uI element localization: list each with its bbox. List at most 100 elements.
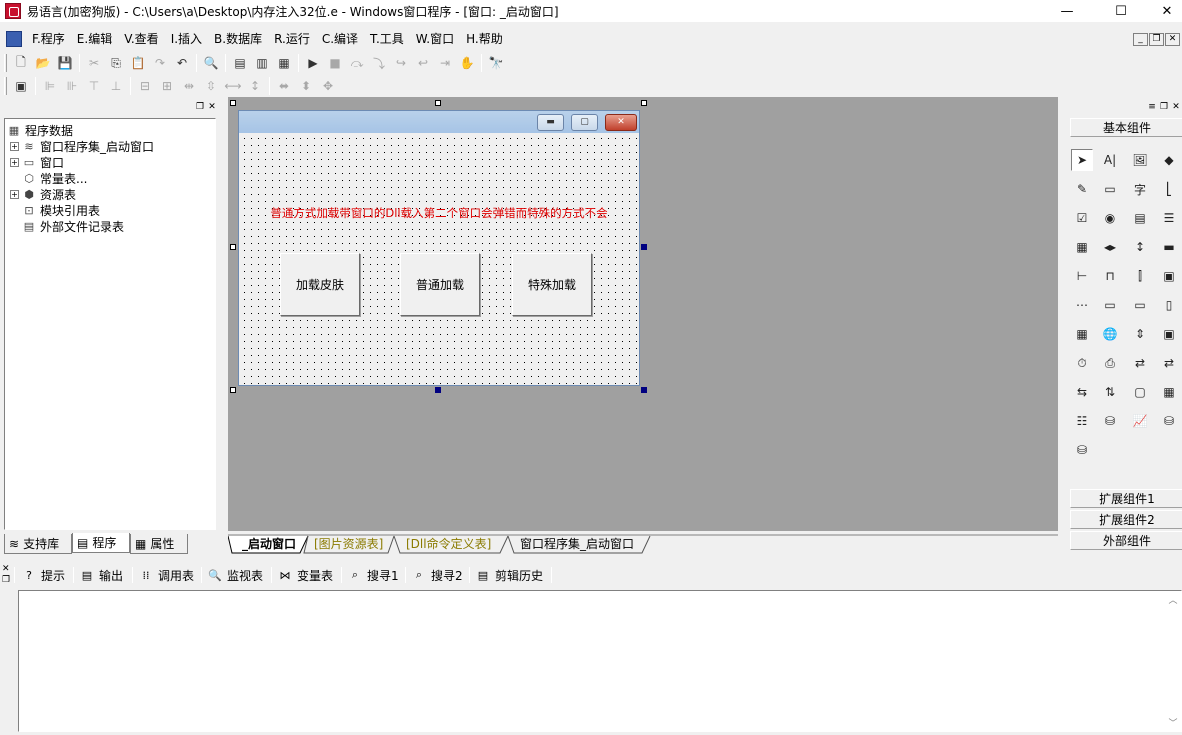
panel-tool-icon[interactable]: ⎣	[1158, 178, 1180, 200]
scroll-up-icon[interactable]: ︿	[1167, 593, 1179, 606]
stop-icon[interactable]: ■	[324, 53, 346, 73]
tree-item-assembly[interactable]: + ≋ 窗口程序集_启动窗口	[10, 138, 154, 154]
align-top-icon[interactable]: ⊤	[83, 76, 105, 96]
undo-icon[interactable]: ↶	[171, 53, 193, 73]
center-horizontal-icon[interactable]: ⊟	[134, 76, 156, 96]
radio-tool-icon[interactable]: ◉	[1099, 207, 1121, 229]
table-icon[interactable]: ☷	[1071, 410, 1093, 432]
resize-handle[interactable]	[230, 387, 236, 393]
edit-box-icon[interactable]: ✎	[1071, 178, 1093, 200]
label-tool-icon[interactable]: A|	[1099, 149, 1121, 171]
tab-variables[interactable]: ⋈ 变量表	[278, 566, 334, 584]
category-basic-components[interactable]: 基本组件	[1070, 118, 1182, 137]
tab-search-1[interactable]: ⌕ 搜寻1	[348, 566, 399, 584]
listbox-tool-icon[interactable]: ☰	[1158, 207, 1180, 229]
category-external[interactable]: 外部组件	[1070, 531, 1182, 550]
mdi-close-button[interactable]: ✕	[1165, 32, 1180, 46]
database-provider-icon[interactable]: ⛁	[1099, 410, 1121, 432]
tree-item-modules[interactable]: ⊡ 模块引用表	[22, 202, 100, 218]
layout-split-icon[interactable]: ▦	[273, 53, 295, 73]
panel-close-icon[interactable]: ✕	[206, 102, 218, 112]
progress-icon[interactable]: ▬	[1158, 236, 1180, 258]
redo-icon[interactable]: ↷	[149, 53, 171, 73]
mdi-minimize-button[interactable]: _	[1133, 32, 1148, 46]
tab-search-2[interactable]: ⌕ 搜寻2	[412, 566, 463, 584]
adjuster-icon[interactable]: ⇕	[1129, 323, 1151, 345]
expand-icon[interactable]: +	[10, 189, 19, 199]
maximize-button[interactable]: ☐	[1098, 0, 1144, 22]
color-picker-icon[interactable]: ▦	[1071, 323, 1093, 345]
cut-icon[interactable]: ✂	[83, 53, 105, 73]
paste-icon[interactable]: 📋	[127, 53, 149, 73]
tab-clip-history[interactable]: ▤ 剪辑历史	[476, 566, 543, 584]
file-box-icon[interactable]: ▯	[1158, 294, 1180, 316]
align-left-icon[interactable]: ⊫	[39, 76, 61, 96]
picture-tool-icon[interactable]: 🖼	[1129, 149, 1151, 171]
resize-handle[interactable]	[641, 244, 647, 250]
resize-handle[interactable]	[641, 387, 647, 393]
step-over-icon[interactable]: ↪	[390, 53, 412, 73]
size-both-icon[interactable]: ✥	[317, 76, 339, 96]
tab-dll-commands[interactable]: [Dll命令定义表]	[406, 534, 491, 553]
form-label[interactable]: 普通方式加载带窗口的Dll载入第二个窗口会弹错而特殊的方式不会	[239, 205, 639, 221]
menu-run[interactable]: R.运行	[268, 29, 316, 49]
calendar-icon[interactable]: ▣	[1158, 265, 1180, 287]
step-icon[interactable]: ⤼	[346, 53, 368, 73]
resize-handle[interactable]	[230, 244, 236, 250]
align-right-icon[interactable]: ⊪	[61, 76, 83, 96]
run-to-cursor-icon[interactable]: ⇥	[434, 53, 456, 73]
category-extension-2[interactable]: 扩展组件2	[1070, 510, 1182, 529]
space-horizontal-icon[interactable]: ⟷	[222, 76, 244, 96]
tree-item-constants[interactable]: ⬡ 常量表...	[22, 170, 87, 186]
program-tree[interactable]: ▦ 程序数据 + ≋ 窗口程序集_启动窗口 + ▭ 窗口 ⬡ 常量表... + …	[4, 118, 216, 530]
form-client-area[interactable]: 普通方式加载带窗口的Dll载入第二个窗口会弹错而特殊的方式不会 加载皮肤 普通加…	[239, 133, 639, 385]
select-list-icon[interactable]: ▦	[1071, 236, 1093, 258]
tab-support-library[interactable]: ≋ 支持库	[4, 534, 72, 554]
size-height-icon[interactable]: ⬍	[295, 76, 317, 96]
animation-icon[interactable]: ⫿	[1129, 265, 1151, 287]
button-tool-icon[interactable]: ▭	[1099, 178, 1121, 200]
scroll-down-icon[interactable]: ﹀	[1167, 716, 1179, 729]
menu-compile[interactable]: C.编译	[316, 29, 364, 49]
open-folder-icon[interactable]: 📂	[32, 53, 54, 73]
form-icon[interactable]: ▣	[10, 76, 32, 96]
tree-root[interactable]: ▦ 程序数据	[7, 122, 73, 138]
resize-handle[interactable]	[435, 100, 441, 106]
close-button[interactable]: ✕	[1144, 0, 1182, 22]
preview-icon[interactable]: 🔍	[200, 53, 222, 73]
menu-view[interactable]: V.查看	[118, 29, 164, 49]
menu-edit[interactable]: E.编辑	[71, 29, 118, 49]
resize-handle[interactable]	[230, 100, 236, 106]
odbc-provider-icon[interactable]: ⛁	[1071, 439, 1093, 461]
hand-icon[interactable]: ✋	[456, 53, 478, 73]
drive-box-icon[interactable]: ▭	[1099, 294, 1121, 316]
category-extension-1[interactable]: 扩展组件1	[1070, 489, 1182, 508]
data-source-icon[interactable]: ⇄	[1129, 352, 1151, 374]
tree-item-window[interactable]: + ▭ 窗口	[10, 154, 64, 170]
menu-database[interactable]: B.数据库	[208, 29, 268, 49]
tab-start-window[interactable]: _启动窗口	[242, 534, 296, 553]
space-vertical-icon[interactable]: ↕	[244, 76, 266, 96]
output-close-icon[interactable]: ✕	[2, 564, 10, 574]
menu-tools[interactable]: T.工具	[364, 29, 410, 49]
tab-window-assembly[interactable]: 窗口程序集_启动窗口	[520, 534, 634, 553]
run-icon[interactable]: ▶	[302, 53, 324, 73]
tab-tips[interactable]: ? 提示	[22, 566, 65, 584]
tree-item-resources[interactable]: + ⬢ 资源表	[10, 186, 76, 202]
outline-box-icon[interactable]: ▢	[1129, 381, 1151, 403]
tab-control-icon[interactable]: ⊓	[1099, 265, 1121, 287]
tab-output[interactable]: ▤ 输出	[80, 566, 123, 584]
tab-watch[interactable]: 🔍 监视表	[208, 566, 263, 584]
shape-tool-icon[interactable]: ◆	[1158, 149, 1180, 171]
grid-icon[interactable]: ⋯	[1071, 294, 1093, 316]
document-menu-icon[interactable]	[6, 31, 22, 47]
dir-box-icon[interactable]: ▭	[1129, 294, 1151, 316]
step-out-icon[interactable]: ↩	[412, 53, 434, 73]
load-skin-button[interactable]: 加载皮肤	[280, 253, 360, 316]
font-tool-icon[interactable]: 字	[1129, 178, 1151, 200]
menu-insert[interactable]: I.插入	[165, 29, 208, 49]
network-server-icon[interactable]: ⇅	[1099, 381, 1121, 403]
tab-image-resources[interactable]: [图片资源表]	[314, 534, 383, 553]
form-caption-bar[interactable]: ▬ ▢ ✕	[239, 111, 639, 133]
form-maximize-icon[interactable]: ▢	[571, 114, 598, 131]
